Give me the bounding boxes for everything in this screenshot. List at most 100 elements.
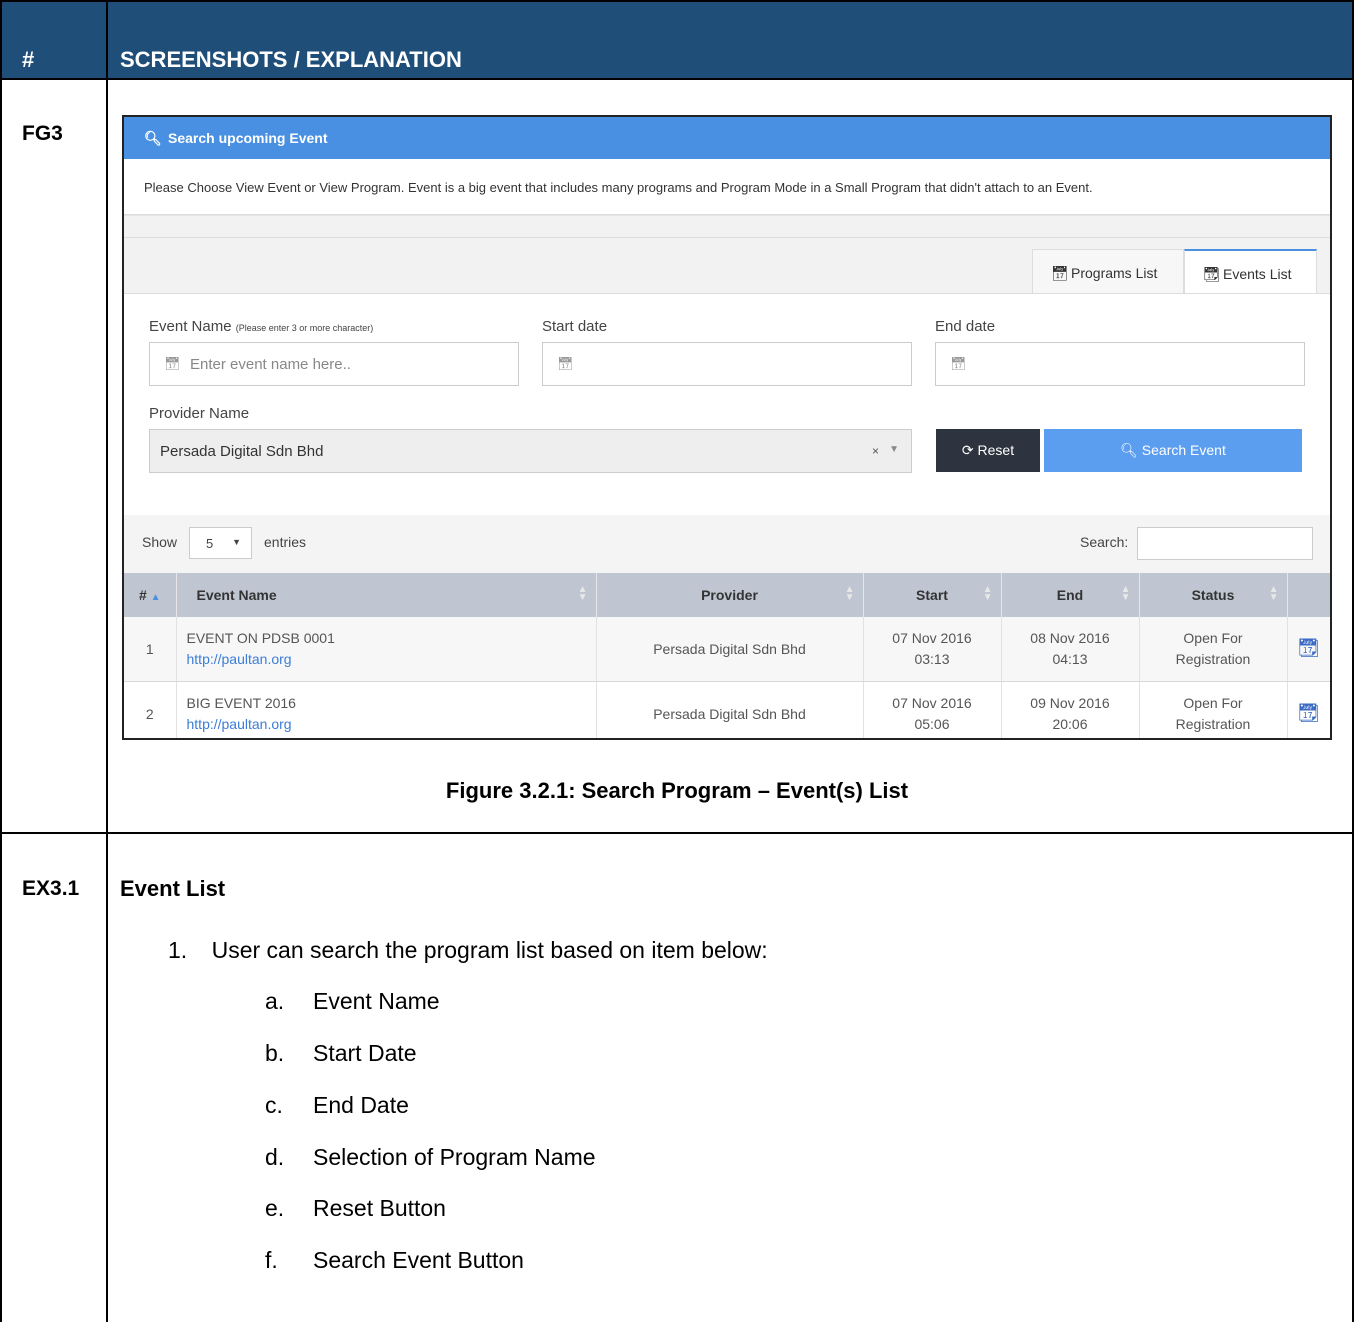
list-text: User can search the program list based o…	[211, 937, 768, 963]
sub-letter: b.	[265, 1040, 285, 1066]
search-icon: 🔍︎	[1120, 442, 1138, 458]
calendar-icon[interactable]: 📆︎	[1297, 638, 1320, 658]
search-event-panel: 🔍︎ Search upcoming Event Please Choose V…	[122, 115, 1332, 740]
row-label-fg3: FG3	[22, 122, 63, 145]
chevron-down-icon[interactable]: ▼	[889, 444, 899, 455]
start-cell: 07 Nov 2016 03:13	[863, 617, 1002, 682]
status-cell: Open For Registration	[1139, 617, 1288, 682]
column-header-action	[1287, 573, 1330, 617]
status-cell: Open For Registration	[1139, 681, 1288, 738]
reset-label: Reset	[977, 442, 1015, 458]
divider	[124, 237, 1330, 238]
action-cell: 📆︎	[1287, 617, 1330, 682]
calendar-icon: 📅︎	[164, 356, 181, 371]
sub-list-item: b. Start Date	[265, 1040, 417, 1067]
column-label: End	[1056, 587, 1084, 603]
event-url-link[interactable]: http://paultan.org	[187, 716, 292, 732]
clear-icon[interactable]: ×	[872, 444, 879, 458]
table-search-input[interactable]	[1137, 527, 1313, 560]
start-date: 07 Nov 2016	[892, 630, 972, 646]
sub-text: Search Event Button	[313, 1247, 524, 1273]
event-name-cell: EVENT ON PDSB 0001 http://paultan.org	[176, 617, 597, 682]
header-divider	[0, 78, 1354, 80]
panel-title: Search upcoming Event	[168, 130, 328, 146]
sub-text: Selection of Program Name	[313, 1144, 596, 1170]
panel-header: 🔍︎ Search upcoming Event	[124, 117, 1330, 159]
list-item: 1. User can search the program list base…	[168, 937, 768, 964]
sub-list-item: a. Event Name	[265, 988, 440, 1015]
provider-cell: Persada Digital Sdn Bhd	[596, 681, 864, 738]
sort-icon: ▲ ▼	[844, 584, 855, 603]
end-date: 09 Nov 2016	[1030, 695, 1110, 711]
end-date: 08 Nov 2016	[1030, 630, 1110, 646]
panel-description: Please Choose View Event or View Program…	[144, 180, 1093, 195]
search-event-button[interactable]: 🔍︎ Search Event	[1044, 429, 1302, 472]
sort-icon: ▲ ▼	[577, 584, 588, 603]
row-number: 2	[124, 681, 177, 738]
provider-name-label: Provider Name	[149, 405, 250, 422]
column-header-num[interactable]: # ▲	[124, 573, 177, 617]
chevron-down-icon: ▼	[232, 537, 241, 547]
sort-icon: ▲ ▼	[982, 584, 993, 603]
event-name-label: Event Name (Please enter 3 or more chara…	[149, 318, 373, 335]
event-name-placeholder: Enter event name here..	[190, 356, 351, 373]
calendar-icon[interactable]: 📆︎	[1297, 703, 1320, 723]
search-label: Search:	[1080, 534, 1129, 550]
end-cell: 09 Nov 2016 20:06	[1001, 681, 1140, 738]
table-row: 1 EVENT ON PDSB 0001 http://paultan.org …	[124, 617, 1330, 682]
page-length-value: 5	[206, 536, 214, 551]
header-number: #	[22, 47, 35, 72]
search-icon: 🔍︎	[144, 130, 162, 146]
row-label-ex31: EX3.1	[22, 877, 80, 900]
column-label: Start	[916, 587, 948, 603]
calendar-icon: 📅︎	[1051, 265, 1069, 281]
column-header-event-name[interactable]: Event Name ▲ ▼	[176, 573, 597, 617]
table-header-row: # ▲ Event Name ▲ ▼ Provider ▲ ▼ Start ▲ ▼ End ▲…	[124, 573, 1330, 617]
sub-letter: c.	[265, 1092, 283, 1118]
figure-caption: Figure 3.2.1: Search Program – Event(s) …	[445, 778, 909, 803]
calendar-icon: 📅︎	[557, 356, 574, 371]
end-cell: 08 Nov 2016 04:13	[1001, 617, 1140, 682]
sub-letter: a.	[265, 988, 285, 1014]
column-header-end[interactable]: End ▲ ▼	[1001, 573, 1140, 617]
document-table: # SCREENSHOTS / EXPLANATION FG3 EX3.1 🔍︎…	[0, 0, 1354, 1322]
action-cell: 📆︎	[1287, 681, 1330, 738]
event-name: BIG EVENT 2016	[186, 695, 296, 711]
column-label: Event Name	[196, 587, 277, 603]
column-header-status[interactable]: Status ▲ ▼	[1139, 573, 1288, 617]
column-label: Status	[1191, 587, 1235, 603]
sub-list-item: e. Reset Button	[265, 1195, 446, 1222]
tab-programs-list[interactable]: 📅︎ Programs List	[1032, 249, 1184, 294]
start-time: 03:13	[914, 651, 950, 667]
end-time: 20:06	[1052, 716, 1088, 732]
section-title: Event List	[120, 876, 226, 901]
sub-letter: e.	[265, 1195, 285, 1221]
status-line-2: Registration	[1175, 716, 1251, 732]
search-label: Search Event	[1141, 442, 1226, 458]
header-title: SCREENSHOTS / EXPLANATION	[120, 47, 462, 72]
top-border	[0, 0, 1354, 2]
event-url-link[interactable]: http://paultan.org	[187, 651, 292, 667]
column-header-start[interactable]: Start ▲ ▼	[863, 573, 1002, 617]
tab-events-list[interactable]: 📆︎ Events List	[1184, 249, 1317, 294]
row-divider	[0, 832, 1354, 834]
event-name-label-text: Event Name	[149, 318, 232, 335]
provider-cell: Persada Digital Sdn Bhd	[596, 617, 864, 682]
list-number: 1.	[168, 937, 188, 963]
row-number: 1	[124, 617, 177, 682]
page-length-select[interactable]: 5 ▼	[189, 527, 252, 559]
calendar-icon: 📅︎	[950, 356, 967, 371]
table-header: # SCREENSHOTS / EXPLANATION	[0, 0, 1354, 78]
column-label: Provider	[701, 587, 758, 603]
sub-text: Event Name	[313, 988, 440, 1014]
reset-button[interactable]: ⟳ Reset	[936, 429, 1040, 472]
column-header-provider[interactable]: Provider ▲ ▼	[596, 573, 864, 617]
start-date-label: Start date	[542, 318, 608, 335]
event-name-cell: BIG EVENT 2016 http://paultan.org	[176, 681, 597, 738]
end-date-input[interactable]: 📅︎	[935, 342, 1305, 386]
sub-list-item: f. Search Event Button	[265, 1247, 524, 1274]
start-date-input[interactable]: 📅︎	[542, 342, 912, 386]
event-name-input[interactable]: 📅︎ Enter event name here..	[149, 342, 519, 386]
sub-list-item: d. Selection of Program Name	[265, 1144, 596, 1171]
provider-select[interactable]: Persada Digital Sdn Bhd × ▼	[149, 429, 912, 473]
